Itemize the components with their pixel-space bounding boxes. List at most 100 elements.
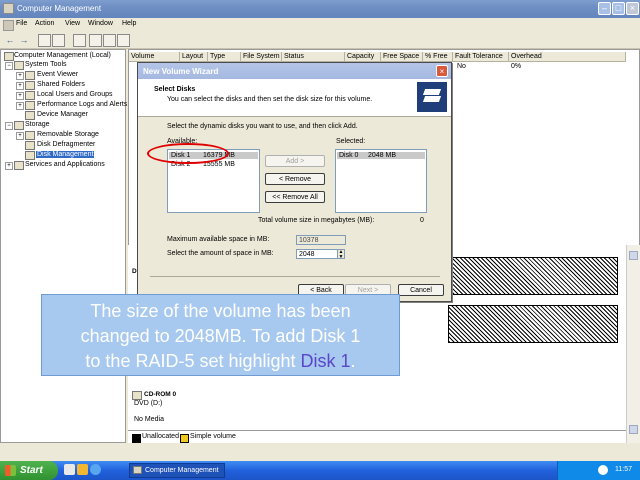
minimize-icon[interactable]: –	[598, 2, 611, 15]
expand-event-viewer-icon[interactable]: +	[16, 72, 24, 80]
expand-shared-folders-icon[interactable]: +	[16, 82, 24, 90]
selected-disks-list[interactable]: Disk 0 2048 MB	[335, 149, 427, 213]
collapse-storage-icon[interactable]: −	[5, 122, 13, 130]
column-header-status[interactable]: Status	[282, 52, 345, 62]
column-header-free-space[interactable]: Free Space	[381, 52, 423, 62]
removable-storage-icon	[25, 131, 35, 140]
dialog-divider	[150, 276, 440, 277]
windows-logo-icon	[5, 465, 16, 476]
dialog-title-bar[interactable]: New Volume Wizard ×	[138, 63, 451, 79]
collapse-system-tools-icon[interactable]: −	[5, 62, 13, 70]
event-viewer-icon	[25, 71, 35, 80]
close-icon[interactable]: ×	[626, 2, 639, 15]
caption-line-3: to the RAID-5 set highlight Disk 1.	[42, 351, 399, 372]
export-list-icon[interactable]	[73, 34, 86, 47]
back-arrow-icon[interactable]: ←	[4, 34, 16, 46]
tree-event-viewer[interactable]: Event Viewer	[37, 71, 78, 78]
scroll-up-icon[interactable]	[629, 251, 638, 260]
expand-services-icon[interactable]: +	[5, 162, 13, 170]
taskbar-computer-management[interactable]: Computer Management	[129, 463, 225, 478]
remove-button[interactable]: < Remove	[265, 173, 325, 185]
disk-2-unallocated-region[interactable]	[448, 305, 618, 343]
column-header-percent-free[interactable]: % Free	[423, 52, 453, 62]
view-icon[interactable]	[117, 34, 130, 47]
total-size-value: 0	[420, 217, 424, 224]
maximize-icon[interactable]: □	[612, 2, 625, 15]
dialog-heading: Select Disks	[154, 86, 196, 93]
expand-local-users-icon[interactable]: +	[16, 92, 24, 100]
legend-unallocated: Unallocated	[142, 433, 179, 440]
caption-line-3-prefix: to the RAID-5 set highlight	[85, 351, 301, 371]
amount-space-input[interactable]: 2048	[296, 249, 338, 259]
dialog-close-icon[interactable]: ×	[436, 65, 448, 77]
tree-performance-logs[interactable]: Performance Logs and Alerts	[37, 101, 127, 108]
dialog-title: New Volume Wizard	[143, 67, 219, 76]
app-menu-icon[interactable]	[3, 20, 14, 31]
tree-system-tools[interactable]: System Tools	[25, 61, 67, 68]
tree-removable-storage[interactable]: Removable Storage	[37, 131, 99, 138]
window-title: Computer Management	[17, 4, 102, 13]
expand-performance-logs-icon[interactable]: +	[16, 102, 24, 110]
clock[interactable]: 11:57	[615, 466, 632, 473]
cdrom-status: No Media	[134, 416, 164, 423]
menu-view[interactable]: View	[65, 20, 80, 27]
spin-up-down-icon[interactable]: ▲ ▼	[337, 249, 345, 260]
disk-1-unallocated-region[interactable]	[448, 257, 618, 295]
cdrom-label[interactable]: CD-ROM 0	[144, 391, 176, 398]
new-volume-wizard-dialog: New Volume Wizard × Select Disks You can…	[137, 62, 452, 302]
tree-storage[interactable]: Storage	[25, 121, 50, 128]
caption-line-2: changed to 2048MB. To add Disk 1	[80, 326, 361, 346]
tree-computer-management[interactable]: Computer Management (Local)	[14, 52, 111, 59]
column-header-fault-tolerance[interactable]: Fault Tolerance	[453, 52, 509, 62]
column-header-type[interactable]: Type	[208, 52, 241, 62]
forward-arrow-icon[interactable]: →	[18, 34, 30, 46]
menu-action[interactable]: Action	[35, 20, 54, 27]
max-space-label: Maximum available space in MB:	[167, 236, 270, 243]
caption-line-1: The size of the volume has been	[90, 301, 351, 321]
menu-help[interactable]: Help	[122, 20, 136, 27]
dialog-subheading: You can select the disks and then set th…	[167, 96, 373, 103]
quicklaunch-ie-icon[interactable]	[90, 464, 101, 475]
vertical-scrollbar[interactable]	[626, 245, 640, 443]
show-tree-icon[interactable]	[52, 34, 65, 47]
tree-disk-management[interactable]: Disk Management	[36, 151, 95, 158]
simple-volume-swatch	[180, 434, 189, 443]
defrag-icon	[25, 141, 35, 150]
cdrom-type: DVD (D:)	[134, 400, 163, 407]
disk-0-size: 2048 MB	[368, 152, 397, 159]
menu-bar: File Action View Window Help	[0, 18, 640, 31]
caption-highlight-disk-1: Disk 1	[300, 351, 351, 371]
network-icon[interactable]	[598, 465, 608, 475]
selected-disk-0[interactable]: Disk 0 2048 MB	[337, 152, 425, 159]
disk-management-icon	[25, 151, 35, 160]
tree-disk-defragmenter[interactable]: Disk Defragmenter	[37, 141, 95, 148]
column-header-capacity[interactable]: Capacity	[345, 52, 381, 62]
tree-shared-folders[interactable]: Shared Folders	[37, 81, 85, 88]
toolbar: ← →	[0, 31, 640, 49]
menu-file[interactable]: File	[16, 20, 27, 27]
scroll-down-icon[interactable]	[629, 425, 638, 434]
help-icon[interactable]	[103, 34, 116, 47]
taskbar-app-icon	[133, 466, 142, 474]
remove-all-button[interactable]: << Remove All	[265, 191, 325, 203]
tools-icon	[14, 61, 24, 70]
tree-local-users-groups[interactable]: Local Users and Groups	[37, 91, 112, 98]
cancel-button[interactable]: Cancel	[398, 284, 444, 296]
window-title-bar[interactable]: Computer Management – □ ×	[0, 0, 640, 18]
quicklaunch-explorer-icon[interactable]	[77, 464, 88, 475]
column-header-file-system[interactable]: File System	[241, 52, 282, 62]
up-folder-icon[interactable]	[38, 34, 51, 47]
quicklaunch-desktop-icon[interactable]	[64, 464, 75, 475]
column-header-layout[interactable]: Layout	[180, 52, 208, 62]
amount-space-label: Select the amount of space in MB:	[167, 250, 274, 257]
selected-label: Selected:	[336, 138, 366, 145]
tree-device-manager[interactable]: Device Manager	[37, 111, 88, 118]
tree-services-applications[interactable]: Services and Applications	[25, 161, 105, 168]
column-header-overhead[interactable]: Overhead	[509, 52, 626, 62]
expand-removable-storage-icon[interactable]: +	[16, 132, 24, 140]
computer-icon	[4, 52, 14, 61]
properties-icon[interactable]	[89, 34, 102, 47]
add-button[interactable]: Add >	[265, 155, 325, 167]
column-header-volume[interactable]: Volume	[129, 52, 180, 62]
menu-window[interactable]: Window	[88, 20, 113, 27]
